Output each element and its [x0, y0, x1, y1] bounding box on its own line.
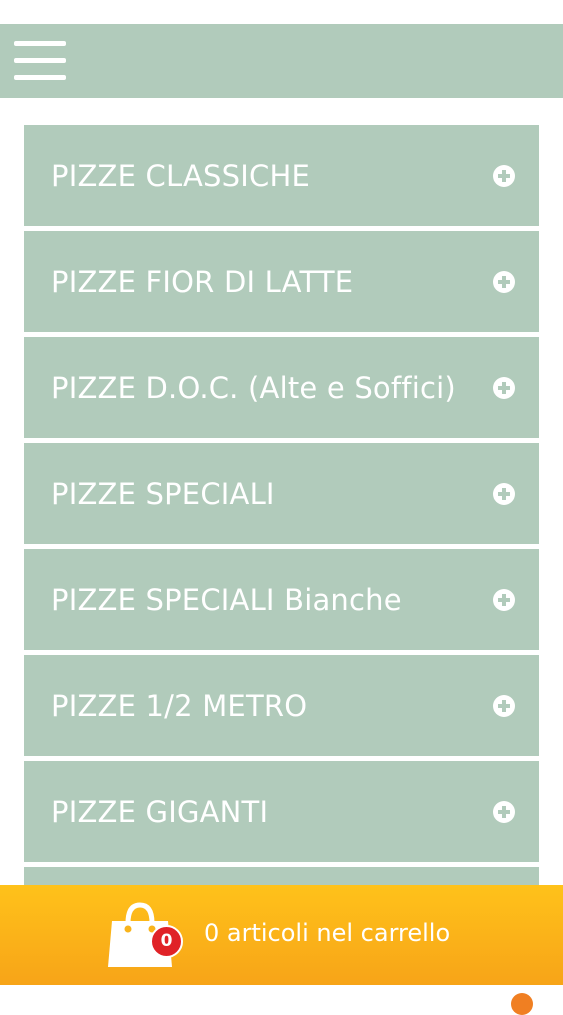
- plus-circle-icon[interactable]: [493, 270, 515, 293]
- category-label: PIZZE D.O.C. (Alte e Soffici): [51, 370, 456, 405]
- category-pizze-doc[interactable]: PIZZE D.O.C. (Alte e Soffici): [24, 337, 539, 438]
- plus-circle-icon[interactable]: [493, 376, 515, 399]
- cart-bar[interactable]: 0 0 articoli nel carrello: [0, 885, 563, 985]
- hamburger-line: [14, 41, 66, 46]
- bottom-strip: [0, 985, 563, 1000]
- category-pizze-fior-di-latte[interactable]: PIZZE FIOR DI LATTE: [24, 231, 539, 332]
- category-label: PIZZE SPECIALI: [51, 476, 275, 511]
- plus-circle-icon[interactable]: [493, 482, 515, 505]
- category-pizze-speciali[interactable]: PIZZE SPECIALI: [24, 443, 539, 544]
- plus-circle-icon[interactable]: [493, 800, 515, 823]
- hamburger-menu-icon[interactable]: [14, 41, 66, 81]
- plus-circle-icon[interactable]: [493, 164, 515, 187]
- category-label: PIZZE 1/2 METRO: [51, 688, 308, 723]
- plus-circle-icon[interactable]: [493, 588, 515, 611]
- category-pizze-speciali-bianche[interactable]: PIZZE SPECIALI Bianche: [24, 549, 539, 650]
- floating-button-edge[interactable]: [511, 993, 533, 1015]
- category-pizze-mezzo-metro[interactable]: PIZZE 1/2 METRO: [24, 655, 539, 756]
- hamburger-line: [14, 75, 66, 80]
- category-label: PIZZE SPECIALI Bianche: [51, 582, 402, 617]
- hamburger-line: [14, 58, 66, 63]
- top-bar: [0, 24, 563, 98]
- category-pizze-classiche[interactable]: PIZZE CLASSICHE: [24, 125, 539, 226]
- category-list: PIZZE CLASSICHE PIZZE FIOR DI LATTE PIZZ…: [24, 125, 539, 973]
- cart-summary-text: 0 articoli nel carrello: [204, 919, 451, 947]
- category-pizze-giganti[interactable]: PIZZE GIGANTI: [24, 761, 539, 862]
- category-label: PIZZE CLASSICHE: [51, 158, 310, 193]
- plus-circle-icon[interactable]: [493, 694, 515, 717]
- cart-count-badge: 0: [150, 925, 183, 958]
- category-label: PIZZE GIGANTI: [51, 794, 269, 829]
- category-label: PIZZE FIOR DI LATTE: [51, 264, 354, 299]
